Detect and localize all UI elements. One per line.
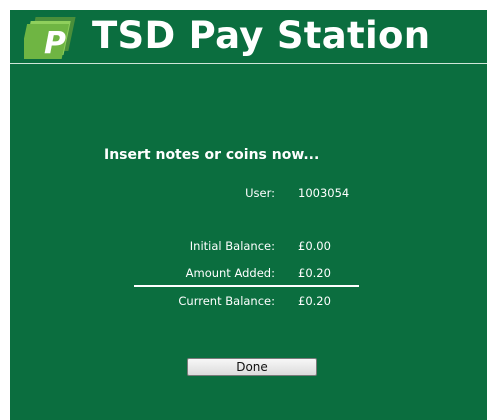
- user-label: User:: [245, 186, 275, 200]
- user-id-value: 1003054: [298, 186, 350, 200]
- app-title: TSD Pay Station: [92, 14, 431, 57]
- logo-letter: P: [44, 26, 66, 61]
- current-balance-label: Current Balance:: [178, 294, 275, 308]
- amount-added-label: Amount Added:: [185, 266, 275, 280]
- insert-money-prompt: Insert notes or coins now...: [104, 147, 320, 163]
- done-button[interactable]: Done: [187, 358, 317, 376]
- header: P TSD Pay Station: [10, 10, 487, 63]
- initial-balance-label: Initial Balance:: [189, 239, 275, 253]
- header-divider: [10, 63, 487, 64]
- initial-balance-value: £0.00: [298, 239, 331, 253]
- pay-station-logo-icon: P: [24, 17, 76, 61]
- total-divider-line: [134, 285, 359, 287]
- pay-station-screen: P TSD Pay Station Insert notes or coins …: [10, 10, 487, 420]
- current-balance-value: £0.20: [298, 294, 331, 308]
- amount-added-value: £0.20: [298, 266, 331, 280]
